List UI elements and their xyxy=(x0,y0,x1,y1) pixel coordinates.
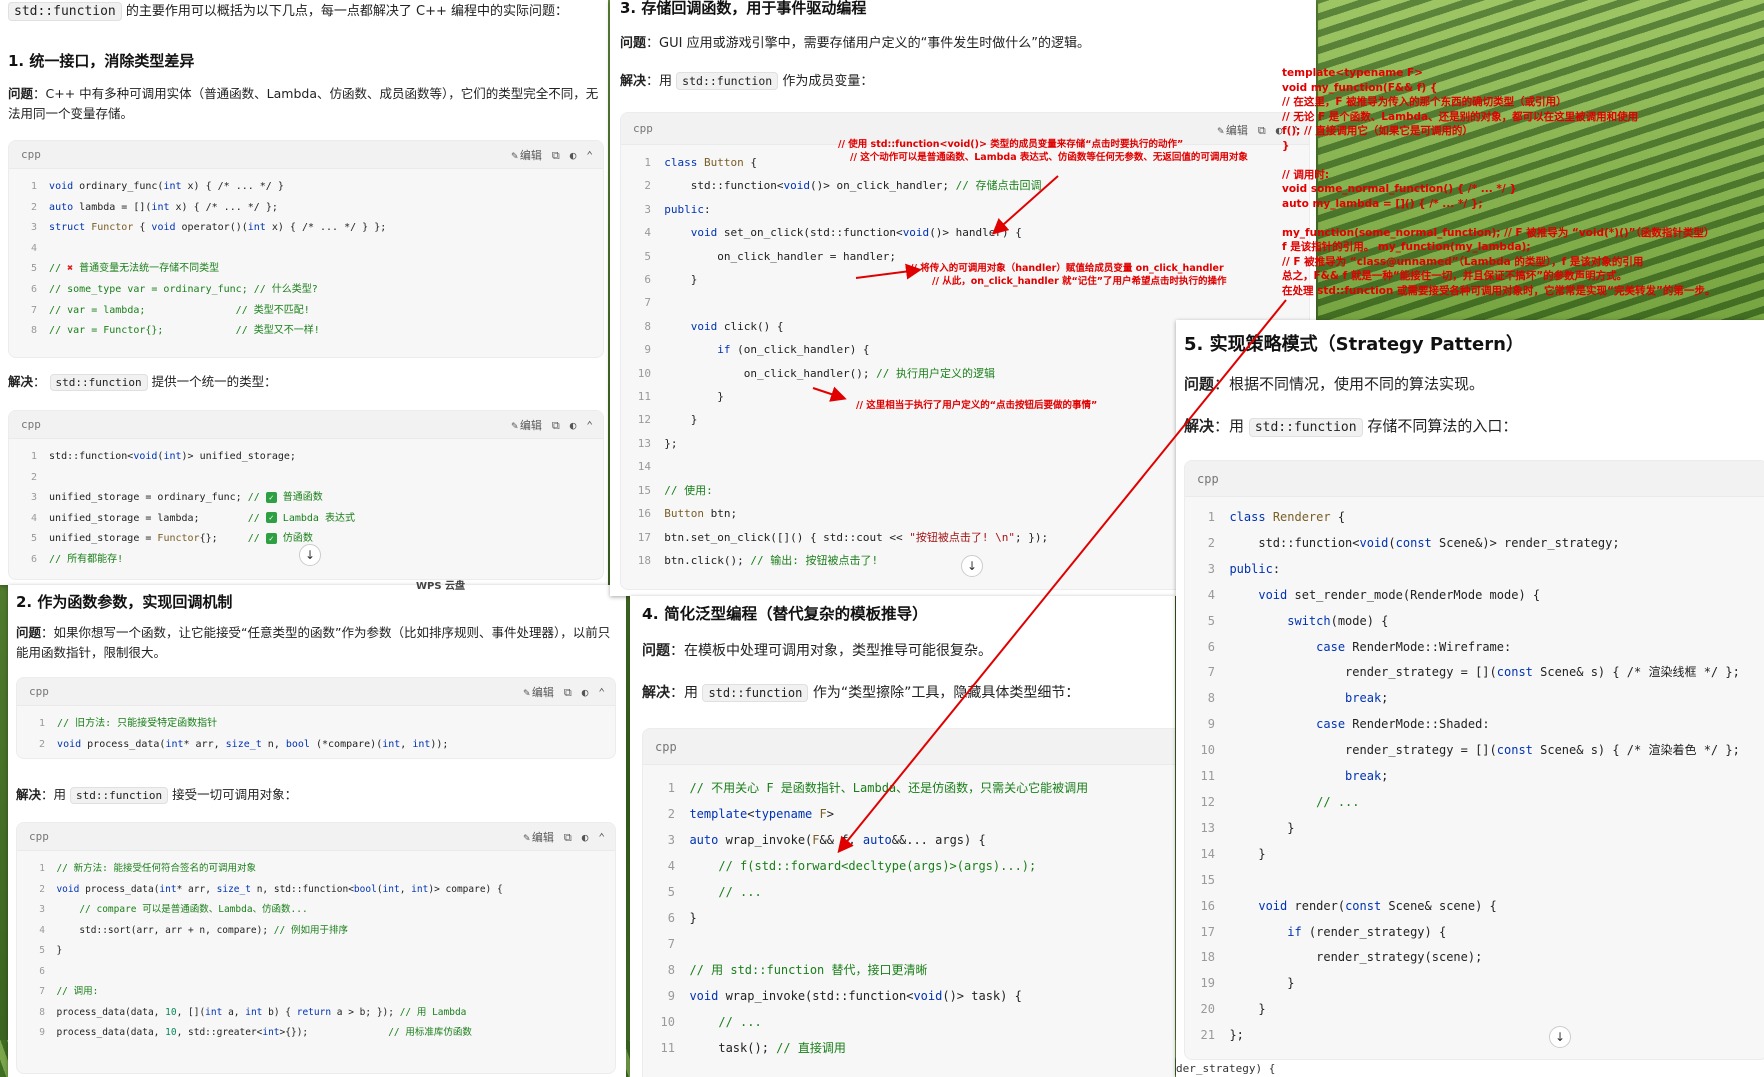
arrow-to-member xyxy=(992,175,1059,235)
arrow-to-assign xyxy=(855,263,922,280)
arrow-to-forwarding xyxy=(837,299,1287,854)
annotation-arrows xyxy=(812,175,1287,854)
arrow-to-execute xyxy=(812,386,847,402)
